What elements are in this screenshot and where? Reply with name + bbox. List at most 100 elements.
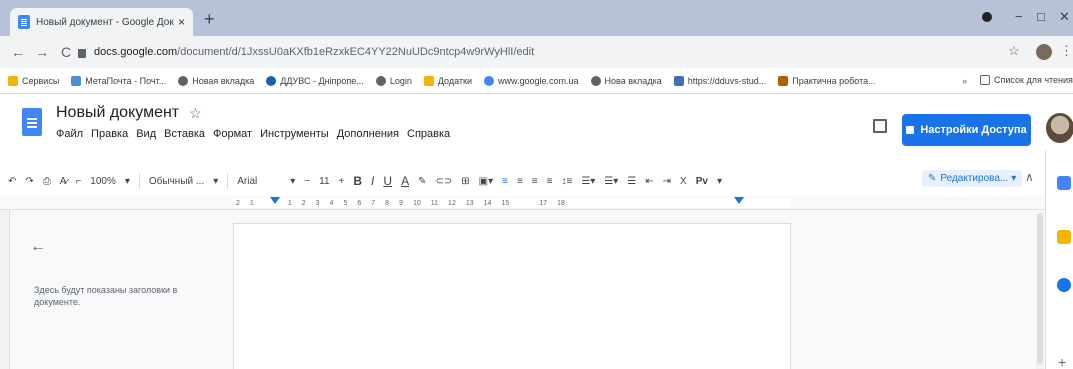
share-button[interactable]: Настройки Доступа — [902, 114, 1031, 146]
align-right-icon[interactable]: ≡ — [532, 176, 538, 187]
calendar-icon[interactable] — [1057, 176, 1071, 190]
bookmark-label: Сервисы — [22, 75, 60, 86]
clear-formatting-button[interactable]: X — [680, 176, 687, 187]
font-size-input[interactable]: 11 — [319, 176, 329, 187]
undo-icon[interactable]: ↶ — [8, 176, 16, 187]
close-tab-icon[interactable]: × — [178, 15, 185, 29]
increase-indent-icon[interactable]: ⇥ — [663, 176, 671, 187]
numbered-list-icon[interactable]: ☰ — [627, 176, 636, 187]
reading-list-button[interactable]: Список для чтения — [980, 75, 1073, 85]
align-justify-icon[interactable]: ≡ — [547, 176, 553, 187]
bookmark-item[interactable]: Додатки — [423, 75, 472, 86]
ruler-tick: 5 — [343, 199, 348, 207]
redo-icon[interactable]: ↷ — [25, 176, 33, 187]
menu-tools[interactable]: Инструменты — [260, 128, 329, 140]
style-select[interactable]: Обычный ... — [149, 176, 204, 187]
paint-format-icon[interactable]: ⌐ — [75, 176, 81, 187]
input-tools-button[interactable]: Pv — [696, 176, 708, 187]
tasks-icon[interactable] — [1057, 278, 1071, 292]
bookmark-label: МетаПочта - Почт... — [85, 75, 167, 86]
lock-icon[interactable] — [78, 48, 86, 58]
menu-addons[interactable]: Дополнения — [337, 128, 399, 140]
right-indent-marker[interactable] — [734, 197, 744, 204]
docs-favicon-icon — [18, 15, 30, 29]
chevron-down-icon[interactable]: ▾ — [290, 176, 295, 187]
zoom-select[interactable]: 100% — [90, 176, 116, 187]
underline-button[interactable]: U — [383, 174, 392, 188]
comment-icon[interactable]: ⊞ — [461, 176, 469, 187]
tab-title: Новый документ - Google Доку — [36, 16, 174, 28]
image-icon[interactable]: ▣▾ — [479, 176, 493, 187]
forward-button[interactable]: → — [30, 44, 54, 60]
menu-file[interactable]: Файл — [56, 128, 83, 140]
hide-menus-icon[interactable]: ∧ — [1025, 170, 1034, 184]
chevron-down-icon[interactable]: ▾ — [125, 176, 130, 187]
bookmark-item[interactable]: МетаПочта - Почт... — [71, 75, 167, 86]
menu-edit[interactable]: Правка — [91, 128, 128, 140]
keep-icon[interactable] — [1057, 230, 1071, 244]
align-left-icon[interactable]: ≡ — [502, 176, 508, 187]
user-avatar[interactable] — [1046, 113, 1073, 143]
decrease-indent-icon[interactable]: ⇤ — [645, 176, 653, 187]
bookmark-item[interactable]: Сервисы — [8, 75, 60, 86]
font-select[interactable]: Arial — [237, 176, 257, 187]
menu-view[interactable]: Вид — [136, 128, 156, 140]
ruler-tick: 9 — [399, 199, 403, 207]
close-window-button[interactable]: ✕ — [1059, 9, 1070, 25]
bookmarks-more-button[interactable]: » — [962, 76, 967, 86]
print-icon[interactable]: ⎙ — [43, 176, 51, 187]
editing-mode-select[interactable]: ✎ Редактирова... ▾ — [922, 170, 1023, 187]
new-tab-button[interactable]: + — [204, 10, 215, 28]
document-page[interactable] — [234, 224, 790, 369]
left-indent-marker[interactable] — [270, 197, 280, 204]
maximize-button[interactable]: □ — [1037, 9, 1045, 24]
profile-avatar[interactable] — [1036, 44, 1052, 60]
bold-button[interactable]: B — [353, 174, 362, 188]
ruler-tick: 10 — [412, 199, 421, 207]
checklist-icon[interactable]: ☰▾ — [581, 176, 595, 187]
toolbar-divider — [227, 173, 229, 189]
toolbar-divider — [138, 173, 140, 189]
minimize-button[interactable]: − — [1015, 9, 1023, 24]
ruler-scale: 2 1 1 2 3 4 5 6 7 8 9 10 11 12 13 14 15 … — [234, 198, 790, 208]
document-title[interactable]: Новый документ — [56, 104, 179, 122]
bulleted-list-icon[interactable]: ☰▾ — [604, 176, 618, 187]
increase-font-size-icon[interactable]: + — [339, 176, 345, 187]
bookmark-item[interactable]: https://dduvs-stud... — [673, 75, 766, 86]
bookmark-label: Практична робота... — [792, 75, 876, 86]
back-button[interactable]: ← — [6, 44, 30, 60]
bookmark-item[interactable]: Практична робота... — [778, 75, 876, 86]
bookmark-item[interactable]: ДДУВС - Дніпропе... — [266, 75, 364, 86]
spellcheck-icon[interactable]: A̷ — [60, 176, 67, 187]
bookmark-item[interactable]: Login — [375, 75, 412, 86]
address-bar[interactable]: docs.google.com/document/d/1JxssU0aKXfb1… — [78, 40, 1008, 64]
star-icon[interactable]: ☆ — [189, 105, 202, 122]
browser-menu-icon[interactable]: ⋮ — [1060, 43, 1073, 59]
highlight-icon[interactable]: ✎ — [418, 176, 426, 187]
docs-logo-icon[interactable] — [22, 108, 42, 136]
link-icon[interactable]: ⊂⊃ — [435, 176, 452, 187]
line-spacing-icon[interactable]: ↕≡ — [561, 176, 572, 187]
decrease-font-size-icon[interactable]: − — [304, 176, 310, 187]
vertical-ruler — [0, 210, 10, 369]
menu-help[interactable]: Справка — [407, 128, 450, 140]
bookmarks-bar: Сервисы МетаПочта - Почт... Новая вкладк… — [0, 68, 1073, 94]
reload-button[interactable]: C — [54, 44, 78, 60]
align-center-icon[interactable]: ≡ — [517, 176, 523, 187]
italic-button[interactable]: I — [371, 174, 374, 188]
bookmark-item[interactable]: Новая вкладка — [178, 75, 254, 86]
chevron-down-icon[interactable]: ▾ — [717, 176, 722, 187]
menu-insert[interactable]: Вставка — [164, 128, 205, 140]
bookmark-item[interactable]: www.google.com.ua — [484, 75, 579, 86]
comment-history-icon[interactable] — [873, 119, 887, 133]
menu-format[interactable]: Формат — [213, 128, 252, 140]
text-color-button[interactable]: A — [401, 174, 409, 188]
browser-tab[interactable]: Новый документ - Google Доку × — [10, 8, 193, 36]
profile-indicator-icon[interactable] — [982, 12, 992, 22]
scrollbar-thumb[interactable] — [1037, 214, 1043, 364]
bookmark-item[interactable]: Нова вкладка — [590, 75, 662, 86]
close-outline-icon[interactable]: ← — [30, 238, 46, 256]
bookmark-star-icon[interactable]: ☆ — [1008, 43, 1020, 59]
chevron-down-icon[interactable]: ▾ — [213, 176, 218, 187]
add-addon-icon[interactable]: + — [1058, 354, 1066, 369]
